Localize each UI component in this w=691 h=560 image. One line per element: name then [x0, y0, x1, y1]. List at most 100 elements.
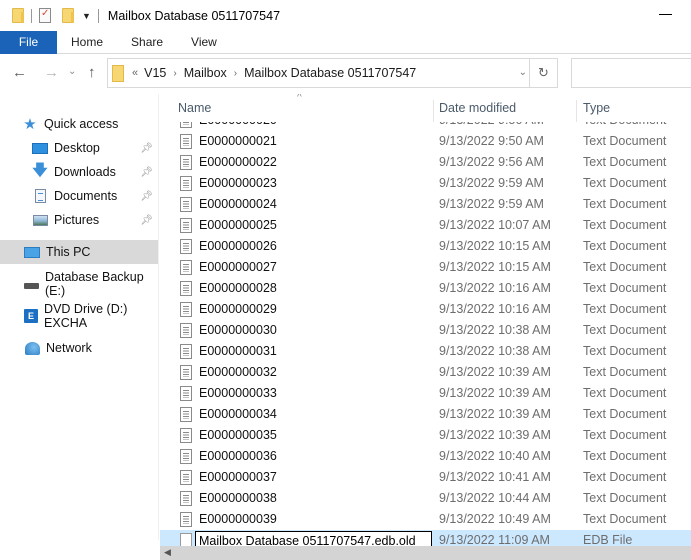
file-type: Text Document: [583, 407, 667, 421]
up-arrow-icon[interactable]: ↑: [88, 64, 96, 81]
file-date-modified: 9/13/2022 10:39 AM: [439, 407, 551, 421]
file-row[interactable]: E0000000022 9/13/2022 9:56 AM Text Documen…: [160, 152, 691, 173]
toolbar-separator: [31, 8, 32, 23]
properties-icon[interactable]: [39, 8, 51, 23]
file-date-modified: 9/13/2022 10:44 AM: [439, 491, 551, 505]
file-row[interactable]: E0000000021 9/13/2022 9:50 AM Text Documen…: [160, 131, 691, 152]
file-name: E0000000038: [199, 491, 277, 505]
file-date-modified: 9/13/2022 10:49 AM: [439, 512, 551, 526]
file-row[interactable]: E0000000027 9/13/2022 10:15 AM Text Docume…: [160, 257, 691, 278]
breadcrumb-current-folder[interactable]: Mailbox Database 0511707547: [244, 66, 416, 80]
text-document-icon: [180, 197, 192, 212]
sidebar-item-desktop[interactable]: Desktop 📌︎: [0, 136, 158, 160]
sidebar-item-this-pc[interactable]: This PC: [0, 240, 158, 264]
file-row[interactable]: E0000000025 9/13/2022 10:07 AM Text Docume…: [160, 215, 691, 236]
pin-icon[interactable]: 📌︎: [140, 143, 153, 154]
sidebar-item-documents[interactable]: Documents 📌︎: [0, 184, 158, 208]
sidebar-item-pictures[interactable]: Pictures 📌︎: [0, 208, 158, 232]
file-date-modified: 9/13/2022 9:56 AM: [439, 155, 544, 169]
recent-locations-chevron-icon[interactable]: ⌄: [68, 66, 76, 77]
breadcrumb-v15[interactable]: V15: [144, 66, 166, 80]
file-date-modified: 9/13/2022 9:59 AM: [439, 176, 544, 190]
file-row[interactable]: E0000000039 9/13/2022 10:49 AM Text Docume…: [160, 509, 691, 530]
scroll-left-arrow-icon[interactable]: ◀: [164, 547, 171, 558]
file-row[interactable]: E0000000029 9/13/2022 10:16 AM Text Docume…: [160, 299, 691, 320]
sort-ascending-icon: ^: [297, 94, 302, 103]
navigation-pane: ★ Quick access Desktop 📌︎ 🡇 Downloads 📌︎…: [0, 94, 158, 560]
folder-icon: [112, 64, 124, 82]
file-type: Text Document: [583, 239, 667, 253]
file-row[interactable]: E0000000036 9/13/2022 10:40 AM Text Docume…: [160, 446, 691, 467]
tab-home[interactable]: Home: [57, 31, 117, 54]
folder-icon[interactable]: [12, 8, 24, 23]
file-name: E0000000027: [199, 260, 277, 274]
column-header-type[interactable]: Type: [583, 101, 610, 115]
file-row[interactable]: E0000000034 9/13/2022 10:39 AM Text Docume…: [160, 404, 691, 425]
column-divider[interactable]: [576, 100, 577, 122]
sidebar-item-downloads[interactable]: 🡇 Downloads 📌︎: [0, 160, 158, 184]
column-header: ^ Name Date modified Type: [160, 94, 691, 122]
breadcrumb-separator[interactable]: ›: [173, 68, 176, 79]
sidebar-item-database-backup[interactable]: Database Backup (E:): [0, 270, 158, 298]
text-document-icon: [180, 176, 192, 191]
file-name: E0000000034: [199, 407, 277, 421]
tab-file[interactable]: File: [0, 31, 57, 54]
minimize-button[interactable]: [659, 6, 673, 20]
text-document-icon: [180, 407, 192, 422]
file-row[interactable]: E0000000031 9/13/2022 10:38 AM Text Docume…: [160, 341, 691, 362]
file-row[interactable]: E0000000028 9/13/2022 10:16 AM Text Docume…: [160, 278, 691, 299]
file-date-modified: 9/13/2022 10:16 AM: [439, 281, 551, 295]
tab-view[interactable]: View: [177, 31, 231, 54]
pin-icon[interactable]: 📌︎: [140, 167, 153, 178]
file-type: Text Document: [583, 470, 667, 484]
file-rows: E00000000209/13/2022 9:50 AMText Documen…: [160, 110, 691, 551]
sidebar-item-dvd-drive[interactable]: E DVD Drive (D:) EXCHA: [0, 302, 158, 330]
text-document-icon: [180, 239, 192, 254]
sidebar-item-network[interactable]: Network: [0, 336, 158, 360]
file-name: E0000000037: [199, 470, 277, 484]
file-row[interactable]: E0000000038 9/13/2022 10:44 AM Text Docume…: [160, 488, 691, 509]
file-date-modified: 9/13/2022 10:07 AM: [439, 218, 551, 232]
customize-dropdown-icon[interactable]: ▼: [82, 11, 91, 21]
new-folder-icon[interactable]: [62, 8, 74, 23]
file-row[interactable]: E0000000026 9/13/2022 10:15 AM Text Docume…: [160, 236, 691, 257]
forward-arrow-icon[interactable]: →: [44, 64, 59, 81]
text-document-icon: [180, 134, 192, 149]
breadcrumb-overflow[interactable]: «: [132, 67, 138, 79]
window-title: Mailbox Database 0511707547: [107, 8, 281, 23]
address-dropdown-chevron-icon[interactable]: ⌄: [519, 67, 527, 78]
title-bar: ▼ Mailbox Database 0511707547: [0, 0, 691, 31]
file-row[interactable]: E0000000032 9/13/2022 10:39 AM Text Docume…: [160, 362, 691, 383]
file-name: E0000000028: [199, 281, 277, 295]
column-divider[interactable]: [433, 100, 434, 122]
horizontal-scrollbar[interactable]: ◀: [160, 546, 691, 560]
column-header-date-modified[interactable]: Date modified: [439, 101, 516, 115]
back-arrow-icon[interactable]: ←: [12, 64, 27, 81]
file-row[interactable]: E0000000024 9/13/2022 9:59 AM Text Documen…: [160, 194, 691, 215]
column-header-name[interactable]: Name: [178, 101, 211, 115]
tab-share[interactable]: Share: [117, 31, 177, 54]
search-input[interactable]: [571, 58, 691, 88]
file-row[interactable]: E0000000035 9/13/2022 10:39 AM Text Docume…: [160, 425, 691, 446]
file-row[interactable]: E0000000023 9/13/2022 9:59 AM Text Documen…: [160, 173, 691, 194]
navigation-bar: ← → ⌄ ↑ « V15 › Mailbox › Mailbox Databa…: [0, 54, 691, 94]
file-row[interactable]: E0000000033 9/13/2022 10:39 AM Text Docume…: [160, 383, 691, 404]
file-type: Text Document: [583, 197, 667, 211]
file-row[interactable]: E0000000030 9/13/2022 10:38 AM Text Docume…: [160, 320, 691, 341]
pane-divider[interactable]: [158, 94, 159, 540]
text-document-icon: [180, 323, 192, 338]
network-icon: [24, 340, 40, 356]
breadcrumb-separator[interactable]: ›: [234, 68, 237, 79]
refresh-icon[interactable]: ↻: [529, 59, 557, 87]
file-type: Text Document: [583, 134, 667, 148]
documents-icon: [32, 188, 48, 204]
breadcrumb-mailbox[interactable]: Mailbox: [184, 66, 227, 80]
pin-icon[interactable]: 📌︎: [140, 215, 153, 226]
file-date-modified: 9/13/2022 9:59 AM: [439, 197, 544, 211]
address-bar[interactable]: « V15 › Mailbox › Mailbox Database 05117…: [107, 58, 558, 88]
sidebar-item-quick-access[interactable]: ★ Quick access: [0, 112, 158, 136]
file-row[interactable]: E0000000037 9/13/2022 10:41 AM Text Docume…: [160, 467, 691, 488]
file-name: E0000000039: [199, 512, 277, 526]
this-pc-icon: [24, 244, 40, 260]
pin-icon[interactable]: 📌︎: [140, 191, 153, 202]
